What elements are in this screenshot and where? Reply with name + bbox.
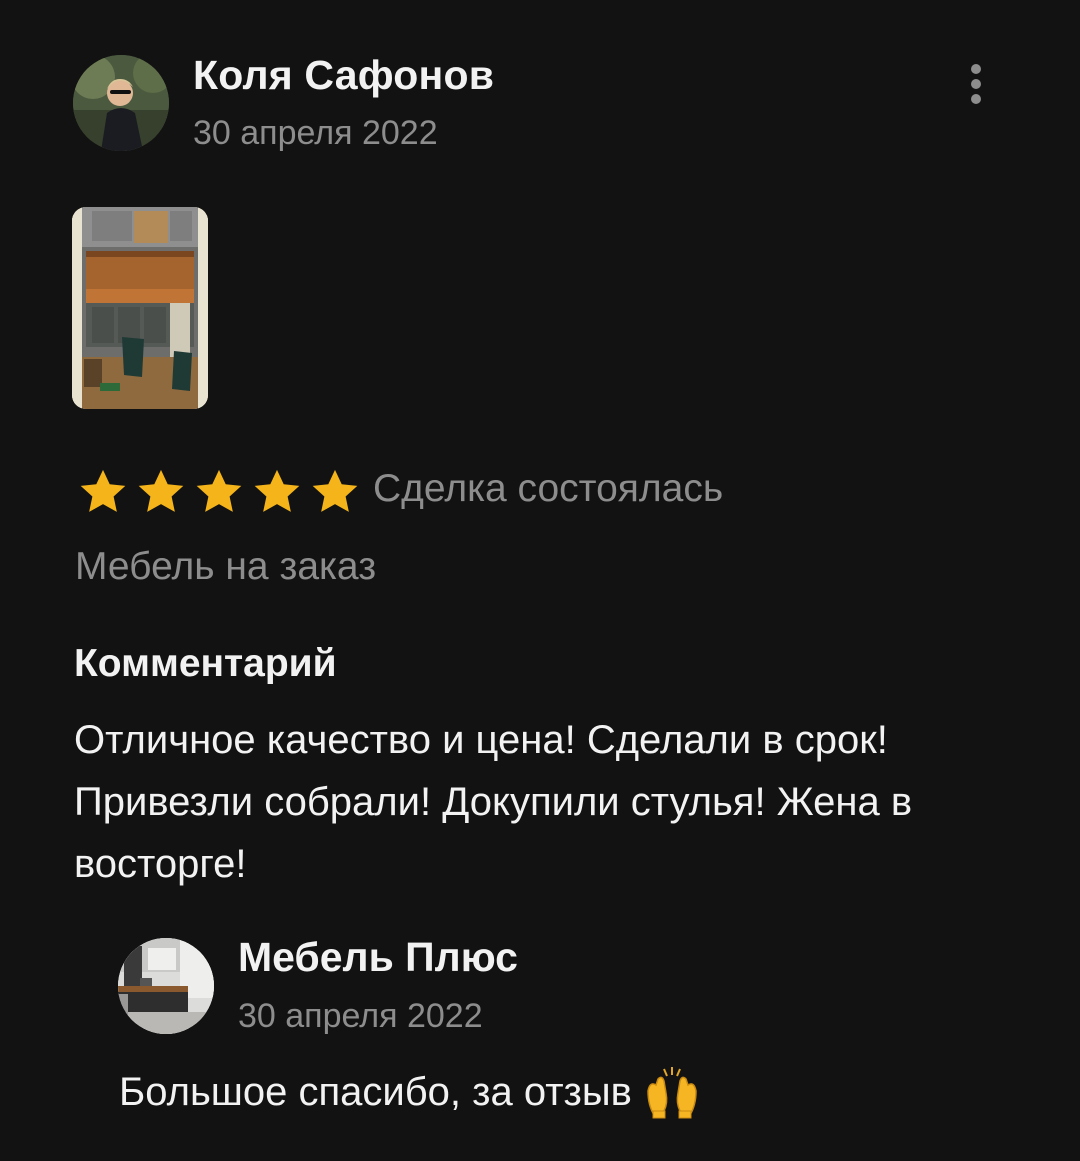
review-category: Мебель на заказ	[75, 545, 377, 588]
author-avatar[interactable]	[73, 55, 169, 151]
star-icon	[254, 469, 300, 512]
review-card: Коля Сафонов 30 апреля 2022 Сделка состо…	[0, 0, 1080, 1161]
more-options-button[interactable]	[955, 58, 999, 110]
raising-hands-emoji-icon	[647, 1067, 697, 1119]
kitchen-photo-icon	[72, 207, 208, 409]
reply-text: Большое спасибо, за отзыв	[119, 1069, 632, 1114]
comment-heading: Комментарий	[74, 642, 337, 685]
reply-date: 30 апреля 2022	[238, 997, 483, 1035]
star-icon	[80, 469, 126, 512]
rating-stars	[76, 466, 366, 518]
kitchen-logo-avatar-icon	[118, 938, 214, 1034]
review-date: 30 апреля 2022	[193, 114, 438, 152]
reply-author-avatar[interactable]	[118, 938, 214, 1034]
review-photo-thumbnail[interactable]	[72, 207, 208, 409]
star-icon	[196, 469, 242, 512]
star-icon	[312, 469, 358, 512]
star-icon	[138, 469, 184, 512]
more-vertical-icon	[971, 64, 981, 74]
more-vertical-dot	[971, 79, 981, 89]
comment-text: Отличное качество и цена! Сделали в срок…	[74, 718, 913, 886]
author-name[interactable]: Коля Сафонов	[193, 52, 494, 99]
more-vertical-dot	[971, 94, 981, 104]
reply-author-name[interactable]: Мебель Плюс	[238, 934, 518, 981]
reply-text-row: Большое спасибо, за отзыв	[119, 1065, 700, 1119]
user-photo-avatar-icon	[73, 55, 169, 151]
deal-status: Сделка состоялась	[373, 467, 724, 510]
